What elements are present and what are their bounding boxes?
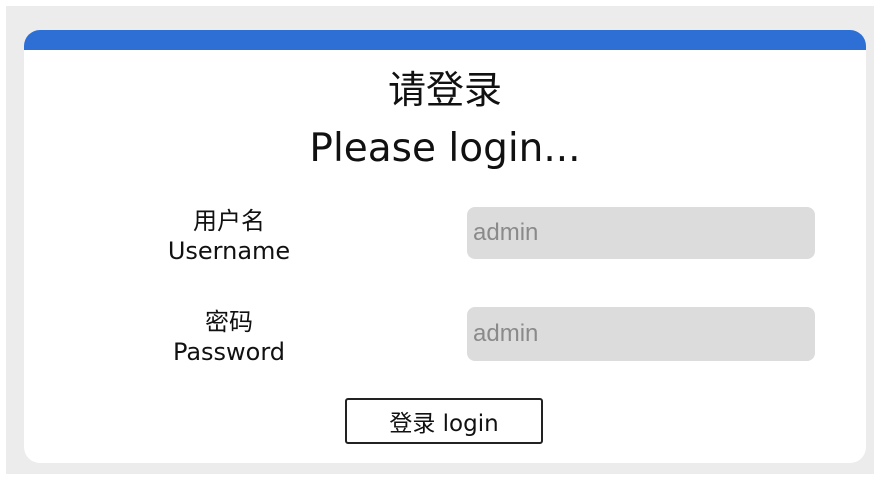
- username-label-english: Username: [167, 237, 291, 265]
- username-input[interactable]: [467, 207, 815, 259]
- login-title-chinese: 请登录: [387, 68, 502, 112]
- password-label: 密码 Password: [149, 307, 309, 367]
- login-card: 请登录 Please login... 用户名 Username 密码 Pass…: [24, 30, 866, 463]
- password-input[interactable]: [467, 307, 815, 361]
- password-label-english: Password: [172, 338, 286, 366]
- login-button[interactable]: 登录 login: [345, 398, 543, 444]
- card-accent-bar: [24, 30, 866, 50]
- page-background: 请登录 Please login... 用户名 Username 密码 Pass…: [6, 6, 874, 474]
- username-label-chinese: 用户名: [193, 207, 265, 235]
- username-label: 用户名 Username: [149, 206, 309, 266]
- password-label-chinese: 密码: [205, 308, 253, 336]
- login-title-english: Please login...: [309, 126, 581, 171]
